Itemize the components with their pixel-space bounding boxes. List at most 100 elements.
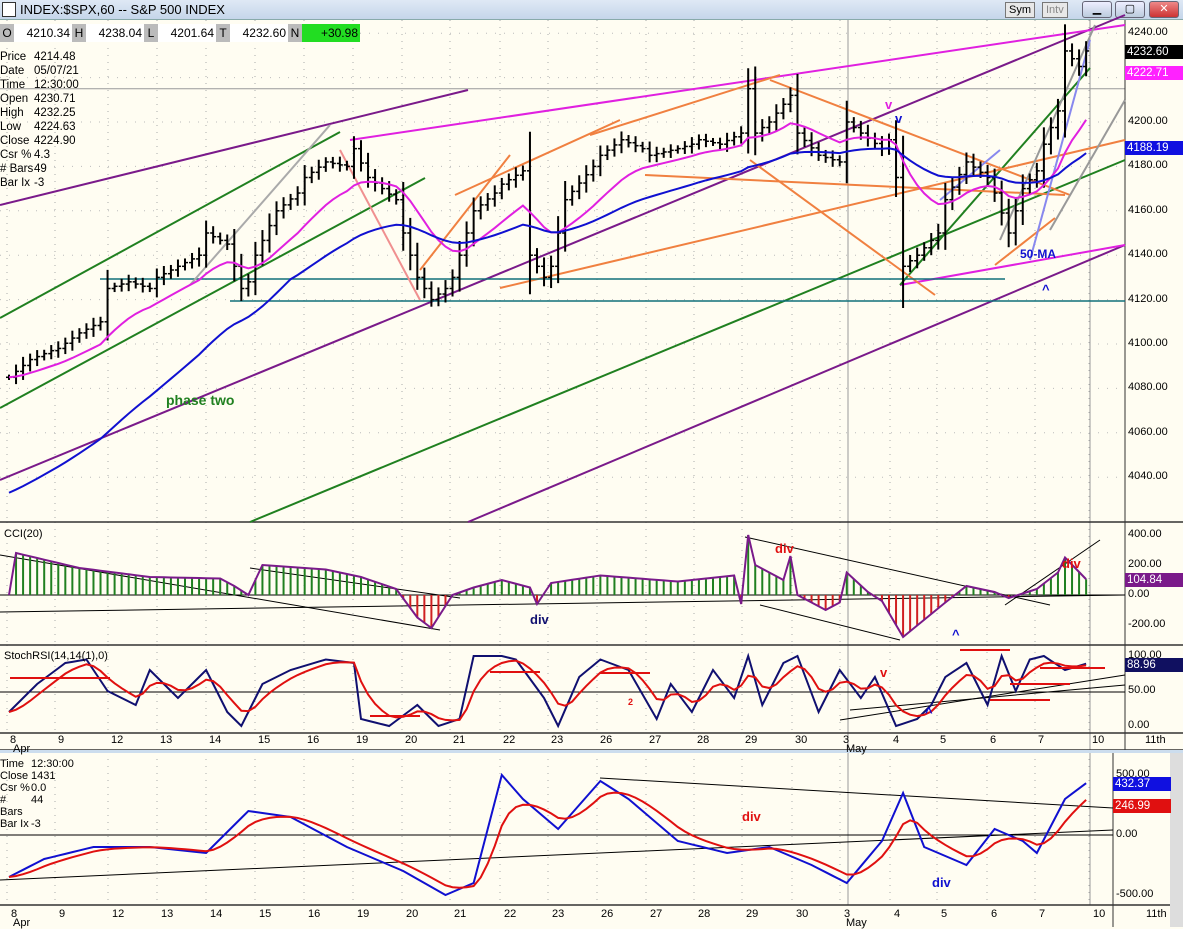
cci-tick-label: -200.00 xyxy=(1128,618,1166,630)
price-bar xyxy=(695,134,702,150)
price-bar xyxy=(358,140,364,172)
date-tick-label: 23 xyxy=(552,908,565,920)
price-bar xyxy=(266,213,273,253)
price-bar xyxy=(653,146,660,163)
date-tick-label: 28 xyxy=(697,734,710,746)
price-bar xyxy=(611,138,618,157)
price-tick-label: 4180.00 xyxy=(1128,159,1168,172)
bottom-marker-annotation: ^ xyxy=(952,627,960,642)
divergence-annotation: div xyxy=(1062,556,1081,571)
divergence-annotation: div xyxy=(932,875,951,890)
trendline xyxy=(349,24,1126,141)
trendline xyxy=(0,177,426,409)
info-row: High 4232.25 xyxy=(0,106,79,120)
price-bar xyxy=(702,133,709,148)
price-bar xyxy=(160,266,167,286)
price-bar xyxy=(442,280,449,303)
last-price-badge: 4232.60 xyxy=(1125,45,1183,59)
indicator-trendline xyxy=(599,777,1114,809)
info-key: Close xyxy=(0,135,30,147)
price-bar xyxy=(759,119,766,142)
high-value: 4238.04 xyxy=(86,24,144,42)
price-bar xyxy=(104,269,111,341)
price-bar xyxy=(625,135,632,148)
info2-value: -3 xyxy=(31,818,41,830)
top-marker-annotation: v xyxy=(885,97,893,112)
short-ma-badge: 4222.71 xyxy=(1125,66,1183,80)
date-tick-label: 29 xyxy=(745,734,758,746)
ohlc-readout: O 4210.34 H 4238.04 L 4201.64 T 4232.60 N +30… xyxy=(0,24,360,42)
price-bar xyxy=(787,87,794,113)
chart-canvas xyxy=(0,14,1183,927)
price-info-panel: Price 4214.48 Date 05/07/21 Time 12:30:00 Open… xyxy=(0,50,79,190)
divergence-annotation: div xyxy=(742,809,761,824)
price-tick-label: 4060.00 xyxy=(1128,425,1168,438)
price-bar xyxy=(435,287,442,307)
bottom-marker-annotation: ^ xyxy=(925,705,933,720)
trendline xyxy=(749,159,936,296)
info2-key: Csr % xyxy=(0,782,30,794)
price-tick-label: 4100.00 xyxy=(1128,337,1168,349)
info-key: High xyxy=(0,107,24,119)
price-bar xyxy=(505,173,512,191)
price-bar xyxy=(456,240,463,292)
info2-key: # Bars xyxy=(0,794,23,818)
price-bar xyxy=(794,74,801,155)
info2-row: # Bars 44 xyxy=(0,794,74,818)
date-tick-label: 5 xyxy=(940,734,947,746)
month-label: May xyxy=(846,917,867,929)
price-bar xyxy=(590,159,597,182)
info-key: Price xyxy=(0,51,27,63)
stochrsi-tick-label: 0.00 xyxy=(1128,719,1150,731)
price-bar xyxy=(125,274,132,292)
info-value: 4214.48 xyxy=(34,51,76,63)
stochrsi-tick-label: 50.00 xyxy=(1128,684,1156,696)
date-tick-label: 15 xyxy=(258,734,271,746)
date-tick-label: 21 xyxy=(454,908,467,920)
date-tick-label: 30 xyxy=(796,908,809,920)
price-bar xyxy=(660,147,667,158)
price-bar xyxy=(534,248,540,274)
cci-tick-label: 200.00 xyxy=(1128,558,1162,570)
price-bar xyxy=(738,126,745,144)
indicator-trendline xyxy=(0,594,1126,613)
price-bar xyxy=(287,193,294,210)
price-bar xyxy=(118,278,125,292)
date-tick-label: 6 xyxy=(991,908,998,920)
date-tick-label: 5 xyxy=(941,908,948,920)
price-bar xyxy=(893,120,900,198)
price-bar xyxy=(850,117,857,133)
price-bar xyxy=(421,267,428,299)
open-value: 4210.34 xyxy=(14,24,72,42)
info-value: 4224.90 xyxy=(34,135,76,147)
price-bar xyxy=(836,155,843,167)
long-ma-badge: 4188.19 xyxy=(1125,141,1183,155)
price-bar xyxy=(379,177,386,195)
info-value: 4230.71 xyxy=(34,93,76,105)
price-bar xyxy=(731,131,738,146)
price-bar xyxy=(41,349,48,361)
top-marker-annotation: v xyxy=(880,665,888,680)
price-bar xyxy=(294,186,301,206)
series-layer xyxy=(6,24,1105,897)
info2-key: Time xyxy=(0,758,25,770)
high-label: H xyxy=(72,24,86,42)
pane-splitter xyxy=(0,750,1183,753)
info-row: Date 05/07/21 xyxy=(0,64,79,78)
last-value: 4232.60 xyxy=(230,24,288,42)
price-tick-label: 4040.00 xyxy=(1128,470,1168,483)
trendline xyxy=(467,244,1126,523)
cci-value-badge: 104.84 xyxy=(1125,573,1183,587)
info2-key: Bar Ix xyxy=(0,818,29,830)
trendline xyxy=(999,24,1096,241)
price-bar xyxy=(322,157,329,172)
date-tick-label: 11th xyxy=(1145,734,1166,746)
price-bar xyxy=(224,234,231,251)
info2-row: Close 1431 xyxy=(0,770,74,782)
price-bar xyxy=(639,141,646,153)
date-tick-label: 12 xyxy=(112,908,125,920)
info-value: 49 xyxy=(34,163,47,175)
osc-fast-badge: 432.37 xyxy=(1113,777,1171,791)
price-bar xyxy=(280,197,287,219)
price-bar xyxy=(97,316,104,331)
